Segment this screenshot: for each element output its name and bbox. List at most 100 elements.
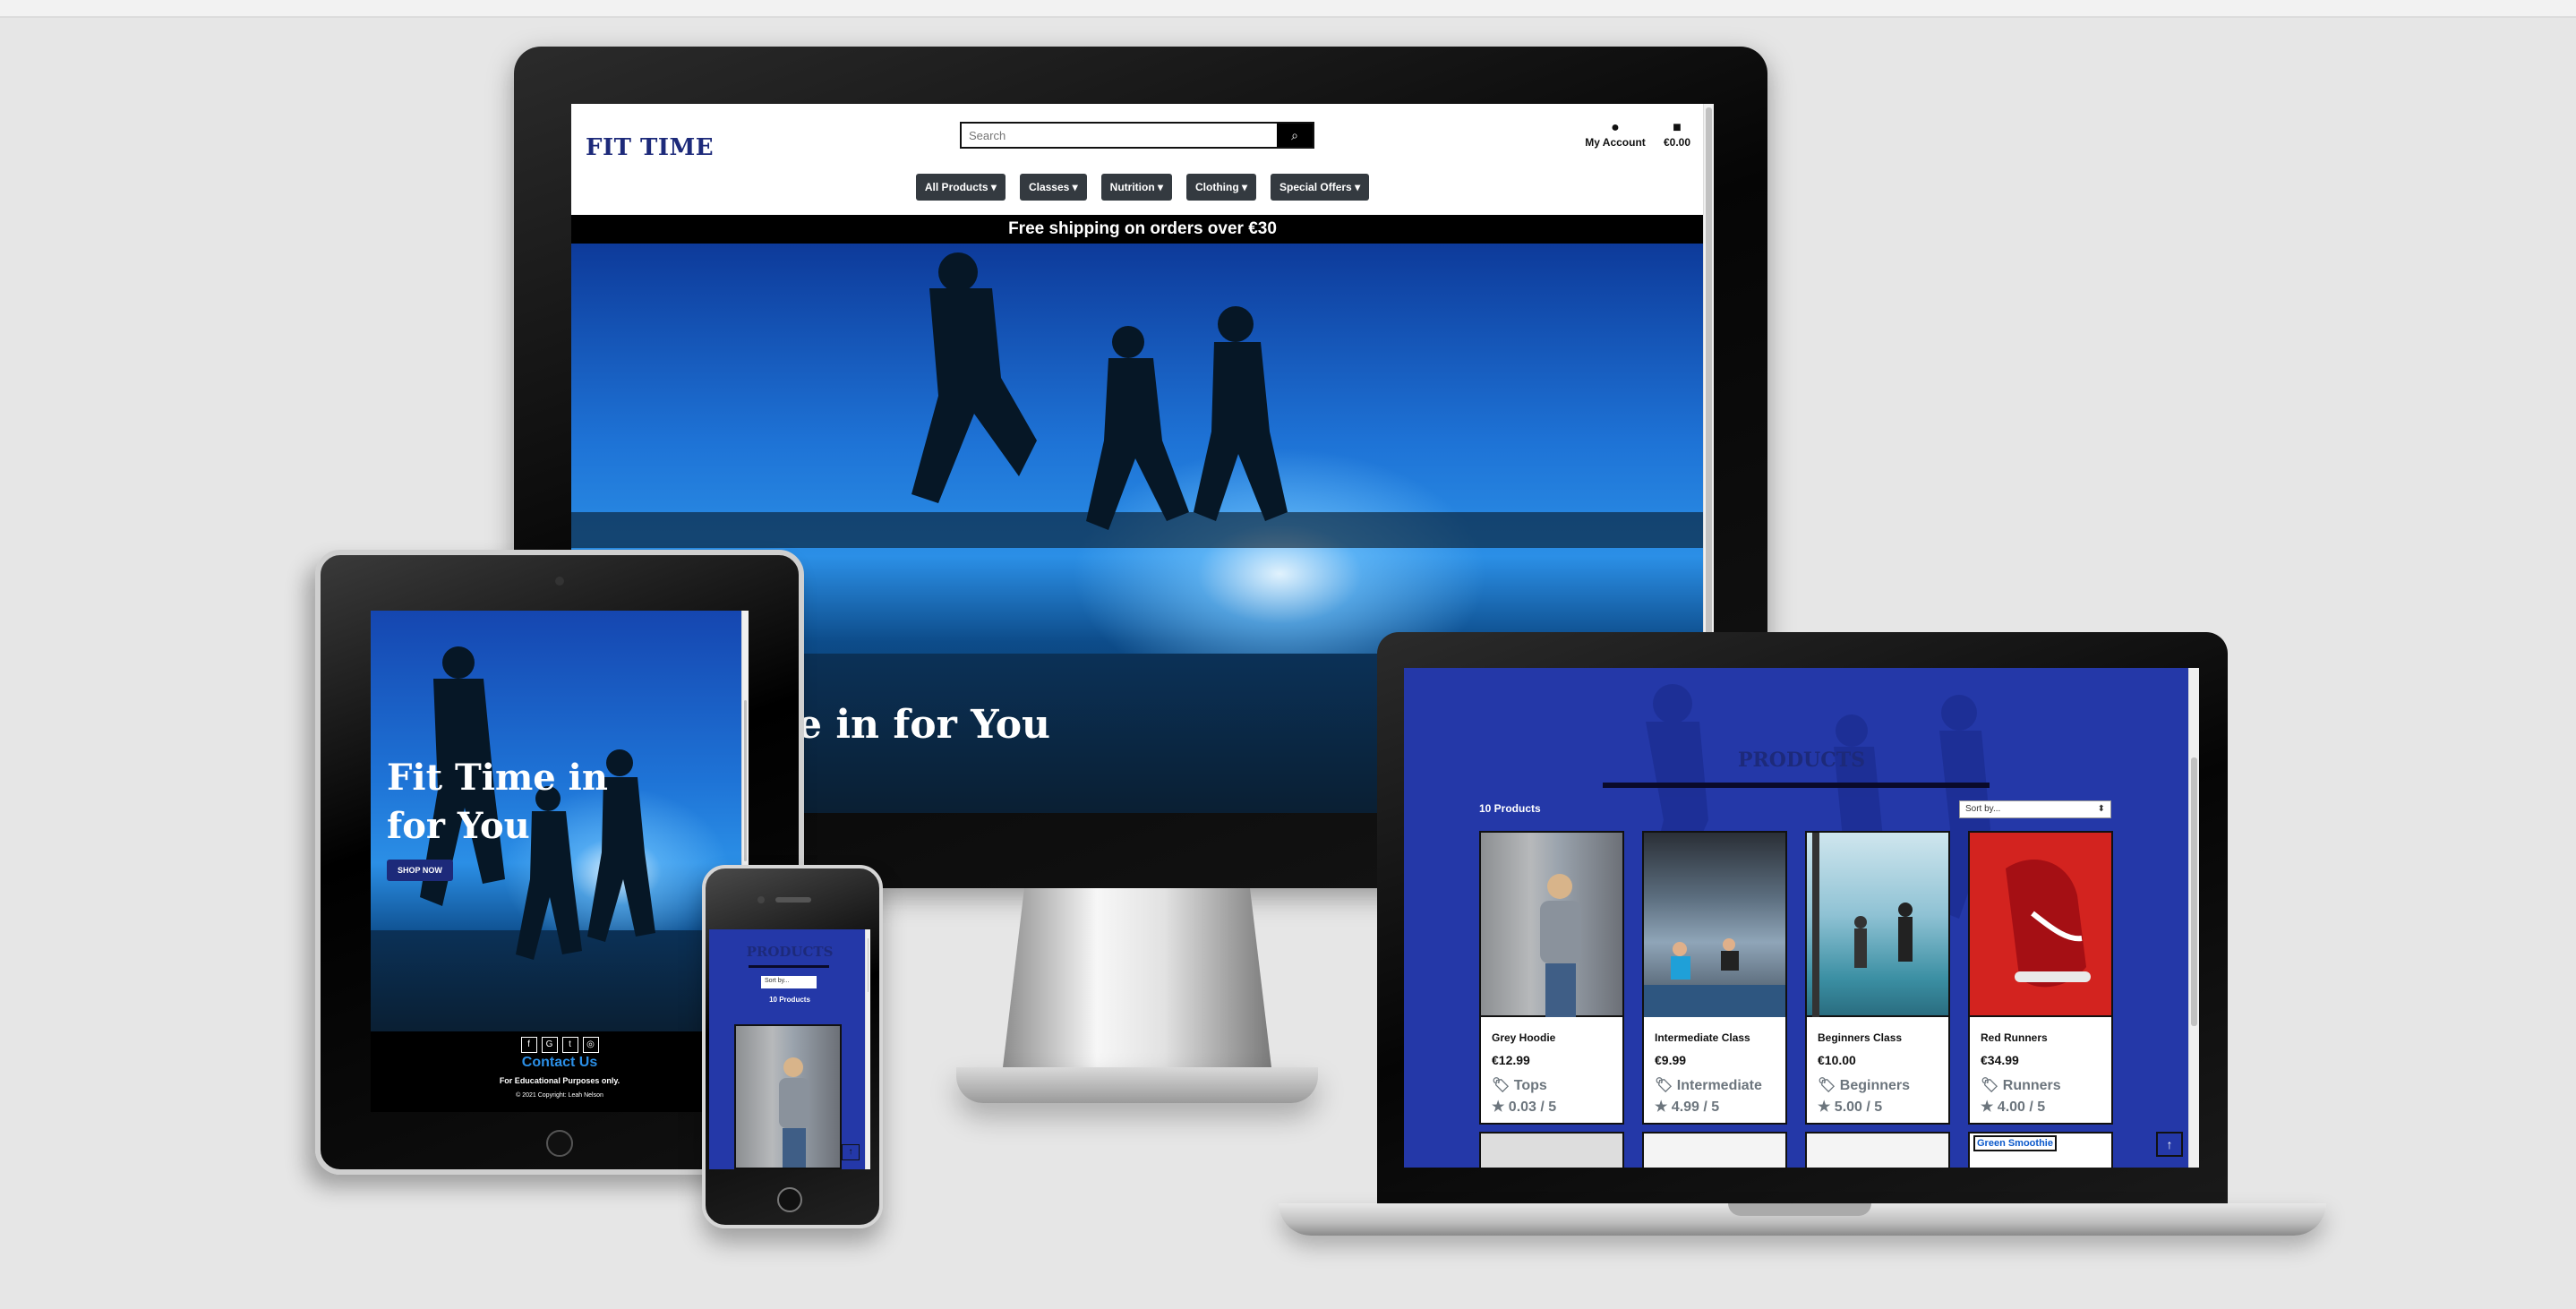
user-icon: ● [1611, 120, 1620, 135]
product-image[interactable] [1807, 833, 1948, 1017]
desktop-monitor-base [956, 1067, 1318, 1103]
chevron-down-icon: ⬍ [2097, 804, 2105, 814]
browser-top-strip [0, 0, 2576, 18]
product-name[interactable]: Red Runners [1981, 1031, 2048, 1044]
arrow-up-icon: ↑ [2166, 1137, 2173, 1151]
educational-note: For Educational Purposes only. [499, 1076, 620, 1085]
arrow-up-icon: ↑ [848, 1147, 853, 1157]
product-name[interactable]: Intermediate Class [1655, 1031, 1750, 1044]
product-category[interactable]: 🏷 Runners [1981, 1076, 2061, 1094]
product-card-partial[interactable] [1479, 1132, 1624, 1168]
product-image[interactable] [1970, 833, 2111, 1017]
product-card-partial[interactable] [1642, 1132, 1787, 1168]
sort-select[interactable]: Sort by... ⬍ [1959, 800, 2111, 818]
product-price: €12.99 [1492, 1053, 1530, 1067]
phone-home-button [777, 1187, 802, 1212]
product-name[interactable]: Beginners Class [1818, 1031, 1902, 1044]
star-icon: ★ [1981, 1099, 1994, 1115]
delivery-banner: Free shipping on orders over €30 [571, 215, 1714, 244]
phone-screen: PRODUCTS Sort by... 10 Products ↑ [709, 929, 870, 1169]
cart-total: €0.00 [1663, 136, 1691, 149]
product-price: €34.99 [1981, 1053, 2019, 1067]
search-input[interactable] [962, 124, 1279, 147]
menu-all-products[interactable]: All Products ▾ [915, 174, 1006, 201]
tag-icon: 🏷 [1492, 1078, 1511, 1093]
search-form: ⌕ [960, 122, 1314, 149]
hero-title: e in for You [797, 702, 1051, 748]
product-price: €9.99 [1655, 1053, 1687, 1067]
star-icon: ★ [1655, 1099, 1668, 1115]
shopping-bag-icon: ■ [1673, 120, 1682, 135]
tablet-home-button [546, 1130, 573, 1157]
desktop-monitor-stand [1003, 888, 1271, 1067]
star-icon: ★ [1818, 1099, 1831, 1115]
product-card-intermediate-class[interactable]: Intermediate Class €9.99 🏷 Intermediate … [1642, 831, 1787, 1125]
contact-us-link[interactable]: Contact Us [371, 1055, 749, 1071]
product-category[interactable]: 🏷 Beginners [1818, 1076, 1910, 1094]
social-links: f G t ◎ [520, 1037, 599, 1053]
shop-now-button[interactable]: SHOP NOW [387, 860, 453, 881]
product-count: 10 Products [1479, 802, 1541, 815]
title-divider [1603, 783, 1990, 788]
tag-icon: 🏷 [1818, 1078, 1836, 1093]
product-image[interactable] [1481, 833, 1622, 1017]
google-icon[interactable]: G [541, 1037, 558, 1053]
phone-scrollbar[interactable] [865, 929, 870, 1169]
star-icon: ★ [1492, 1099, 1505, 1115]
menu-nutrition[interactable]: Nutrition ▾ [1100, 174, 1173, 201]
product-card-grey-hoodie[interactable] [734, 1024, 842, 1169]
product-card-red-runners[interactable]: Red Runners €34.99 🏷 Runners ★ 4.00 / 5 [1968, 831, 2113, 1125]
menu-clothing[interactable]: Clothing ▾ [1186, 174, 1257, 201]
product-card-grey-hoodie[interactable]: Grey Hoodie €12.99 🏷 Tops ★ 0.03 / 5 [1479, 831, 1624, 1125]
back-to-top-button[interactable]: ↑ [842, 1144, 860, 1160]
cart-link[interactable]: ■ €0.00 [1655, 120, 1699, 149]
search-button[interactable]: ⌕ [1277, 124, 1313, 147]
sort-select-value: Sort by... [1965, 804, 2001, 814]
twitter-icon[interactable]: t [561, 1037, 578, 1053]
site-footer: f G t ◎ Contact Us For Educational Purpo… [371, 1031, 749, 1112]
product-card-beginners-class[interactable]: Beginners Class €10.00 🏷 Beginners ★ 5.0… [1805, 831, 1950, 1125]
product-rating: ★ 0.03 / 5 [1492, 1099, 1557, 1115]
product-name[interactable]: Grey Hoodie [1492, 1031, 1555, 1044]
laptop-notch [1728, 1203, 1871, 1216]
product-card-partial[interactable] [1805, 1132, 1950, 1168]
tag-icon: 🏷 [1655, 1078, 1673, 1093]
product-count: 10 Products [769, 996, 810, 1004]
product-rating: ★ 5.00 / 5 [1818, 1099, 1883, 1115]
phone-speaker [775, 897, 811, 903]
sort-select[interactable]: Sort by... [761, 976, 817, 988]
product-category[interactable]: 🏷 Tops [1492, 1076, 1547, 1094]
product-card-green-smoothie[interactable]: Green Smoothie [1968, 1132, 2113, 1168]
product-image[interactable] [1644, 833, 1785, 1017]
products-title: PRODUCTS [1737, 749, 1866, 772]
product-category[interactable]: 🏷 Intermediate [1655, 1076, 1762, 1094]
site-logo[interactable]: FIT TIME [586, 134, 714, 161]
broken-image-alt[interactable]: Green Smoothie [1973, 1135, 2057, 1151]
copyright: © 2021 Copyright: Leah Nelson [516, 1092, 603, 1099]
instagram-icon[interactable]: ◎ [582, 1037, 599, 1053]
phone-camera [757, 896, 765, 903]
tag-icon: 🏷 [1981, 1078, 1999, 1093]
site-header: FIT TIME ⌕ ● My Account ■ €0.00 All Prod… [571, 104, 1714, 215]
title-divider [749, 965, 829, 968]
product-rating: ★ 4.99 / 5 [1655, 1099, 1720, 1115]
product-image[interactable] [736, 1026, 840, 1168]
product-rating: ★ 4.00 / 5 [1981, 1099, 2046, 1115]
tablet-screen: Fit Time in for You SHOP NOW f G t ◎ Con… [371, 611, 749, 1112]
tablet-hero-title: Fit Time in for You [387, 757, 608, 847]
products-title: PRODUCTS [746, 944, 834, 960]
product-price: €10.00 [1818, 1053, 1856, 1067]
my-account-label: My Account [1585, 136, 1646, 149]
sort-select-value: Sort by... [765, 978, 790, 984]
facebook-icon[interactable]: f [520, 1037, 537, 1053]
my-account-link[interactable]: ● My Account [1583, 120, 1647, 149]
menu-classes[interactable]: Classes ▾ [1019, 174, 1087, 201]
menu-special-offers[interactable]: Special Offers ▾ [1271, 174, 1370, 201]
laptop-screen: PRODUCTS 10 Products Sort by... ⬍ Grey Ho… [1404, 668, 2199, 1168]
tablet-hero: Fit Time in for You SHOP NOW [371, 611, 749, 1031]
main-menu: All Products ▾ Classes ▾ Nutrition ▾ Clo… [571, 174, 1714, 201]
search-icon: ⌕ [1291, 127, 1298, 142]
back-to-top-button[interactable]: ↑ [2156, 1132, 2183, 1157]
tablet-camera [555, 577, 564, 586]
laptop-scrollbar[interactable] [2188, 668, 2199, 1168]
